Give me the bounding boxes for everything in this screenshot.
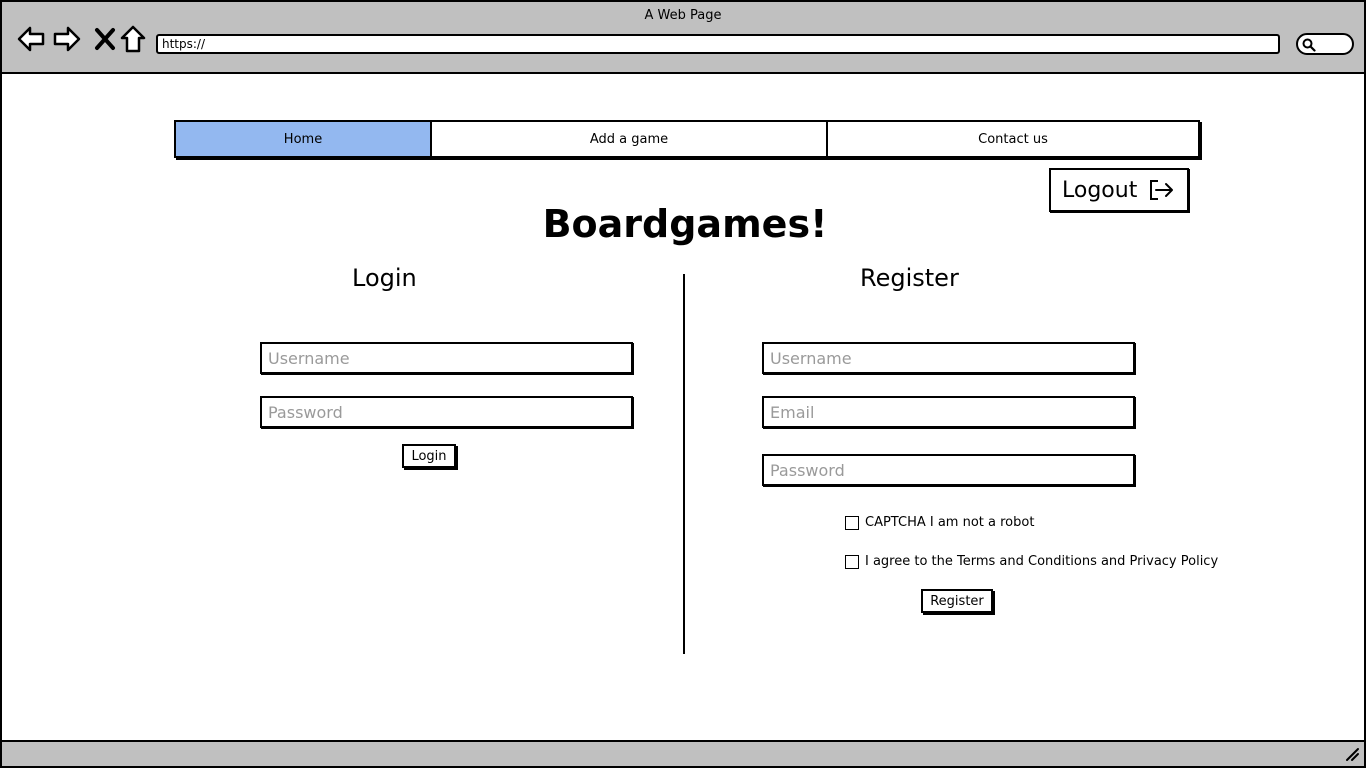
forward-arrow-icon[interactable]: [52, 24, 82, 54]
home-icon[interactable]: [118, 24, 148, 54]
url-bar[interactable]: https://: [156, 34, 1280, 54]
tab-home[interactable]: Home: [176, 122, 432, 156]
login-button[interactable]: Login: [402, 444, 456, 468]
register-button[interactable]: Register: [921, 589, 993, 613]
window-title: A Web Page: [644, 8, 722, 23]
captcha-label: CAPTCHA I am not a robot: [865, 515, 1035, 530]
logout-icon: [1150, 180, 1174, 200]
login-password-input[interactable]: [260, 396, 633, 428]
logout-label: Logout: [1062, 177, 1138, 203]
register-email-input[interactable]: [762, 396, 1135, 428]
login-username-input[interactable]: [260, 342, 633, 374]
browser-toolbar: A Web Page https://: [2, 2, 1364, 74]
login-heading: Login: [352, 264, 417, 292]
terms-label: I agree to the Terms and Conditions and …: [865, 554, 1219, 569]
browser-window: A Web Page https:// Home Add a game Cont…: [0, 0, 1366, 768]
search-icon: [1302, 38, 1316, 52]
browser-search-box[interactable]: [1296, 33, 1354, 55]
captcha-checkbox[interactable]: [845, 515, 859, 530]
terms-row: I agree to the Terms and Conditions and …: [845, 554, 1218, 569]
register-username-input[interactable]: [762, 342, 1135, 374]
register-password-input[interactable]: [762, 454, 1135, 486]
register-heading: Register: [860, 264, 959, 292]
resize-grip-icon[interactable]: [1344, 746, 1360, 762]
stop-icon[interactable]: [90, 24, 120, 54]
tab-add-a-game[interactable]: Add a game: [432, 122, 828, 156]
back-arrow-icon[interactable]: [16, 24, 46, 54]
page-title: Boardgames!: [542, 202, 828, 246]
status-bar: [2, 740, 1364, 766]
tab-contact-us[interactable]: Contact us: [828, 122, 1198, 156]
section-divider: [683, 274, 685, 654]
terms-checkbox[interactable]: [845, 554, 859, 569]
main-nav: Home Add a game Contact us: [174, 120, 1200, 158]
captcha-row: CAPTCHA I am not a robot: [845, 515, 1034, 530]
